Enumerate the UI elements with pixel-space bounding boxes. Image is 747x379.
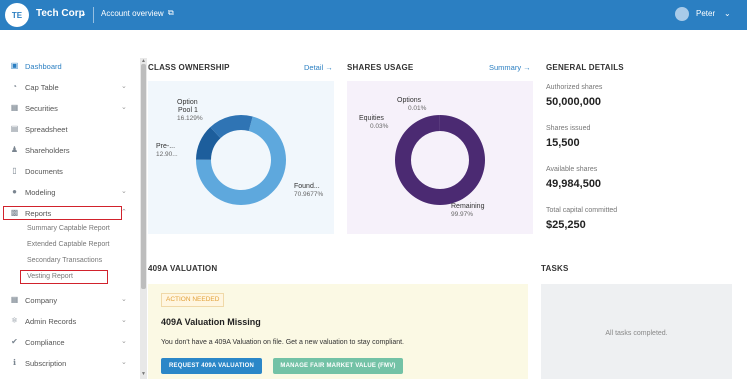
sidebar-item-label: Cap Table — [25, 83, 59, 92]
securities-icon: ▦ — [10, 103, 19, 112]
top-bar: TE Tech Corp ⌄ Account overview ⧉ Peter … — [0, 0, 747, 30]
sidebar-item-spreadsheet[interactable]: ▤ Spreadsheet — [0, 121, 135, 137]
sidebar-item-label: Subscription — [25, 359, 67, 368]
total-capital-value: $25,250 — [546, 219, 586, 231]
sidebar-item-label: Documents — [25, 167, 63, 176]
chevron-down-icon: ⌄ — [121, 296, 127, 303]
chevron-down-icon: ⌄ — [121, 83, 127, 90]
pie-icon: ◔ — [12, 82, 17, 91]
dashboard-icon: ▣ — [10, 61, 19, 70]
sidebar-item-label: Dashboard — [25, 62, 62, 71]
compliance-icon: ✔ — [11, 337, 18, 346]
chevron-down-icon: ⌄ — [121, 317, 127, 324]
sidebar-item-label: Securities — [25, 104, 58, 113]
spreadsheet-icon: ▤ — [10, 124, 19, 133]
company-icon: ▦ — [10, 295, 19, 304]
sidebar-item-subscription[interactable]: ℹ Subscription ⌄ — [0, 355, 135, 371]
shares-usage-donut — [395, 115, 486, 205]
option-pool-label: Option Pool 1 16.129% — [177, 99, 203, 122]
bulb-icon: ● — [12, 187, 17, 196]
user-name[interactable]: Peter — [696, 9, 715, 18]
documents-icon: ▯ — [12, 166, 17, 175]
sidebar-item-label: Modeling — [25, 188, 56, 197]
scrollbar-thumb[interactable] — [141, 64, 146, 289]
authorized-shares-value: 50,000,000 — [546, 96, 602, 108]
valuation-title: 409A VALUATION — [148, 264, 218, 273]
valuation-heading: 409A Valuation Missing — [161, 317, 261, 327]
subscription-icon: ℹ — [12, 358, 17, 367]
user-avatar-icon[interactable] — [675, 7, 689, 21]
chevron-down-icon: ⌄ — [121, 359, 127, 366]
pre-label: Pre-... 12.90... — [156, 143, 178, 158]
sidebar-item-securities[interactable]: ▦ Securities ⌄ — [0, 100, 135, 116]
divider — [93, 7, 94, 23]
sidebar-item-label: Shareholders — [25, 146, 70, 155]
chevron-down-icon[interactable]: ⌄ — [724, 9, 731, 18]
total-capital-label: Total capital committed — [546, 207, 618, 214]
options-label: Options 0.01% — [397, 97, 427, 112]
shares-issued-value: 15,500 — [546, 137, 580, 149]
external-link-icon[interactable]: ⧉ — [168, 8, 174, 18]
chevron-down-icon[interactable]: ⌄ — [80, 9, 87, 18]
sidebar-item-admin-records[interactable]: ⚛ Admin Records ⌄ — [0, 313, 135, 329]
sidebar-item-label: Admin Records — [25, 317, 77, 326]
request-409a-button[interactable]: REQUEST 409A VALUATION — [161, 358, 262, 374]
class-ownership-title: CLASS OWNERSHIP — [148, 63, 230, 72]
sidebar-scrollbar[interactable]: ▲ ▼ — [140, 58, 147, 379]
sidebar-item-label: Spreadsheet — [25, 125, 68, 134]
shares-usage-title: SHARES USAGE — [347, 63, 414, 72]
sidebar-item-company[interactable]: ▦ Company ⌄ — [0, 292, 135, 308]
remaining-label: Remaining 99.97% — [451, 203, 485, 218]
action-needed-badge: ACTION NEEDED — [161, 293, 225, 307]
donut-slice-remaining[interactable] — [395, 115, 486, 205]
company-avatar[interactable]: TE — [5, 3, 29, 27]
sidebar: ▣ Dashboard ◔ Cap Table ⌄ ▦ Securities ⌄… — [0, 30, 140, 379]
chevron-down-icon: ⌄ — [121, 188, 127, 195]
general-details-title: GENERAL DETAILS — [546, 63, 624, 72]
sidebar-item-label: Company — [25, 296, 58, 305]
sidebar-subitem-secondary-transactions[interactable]: Secondary Transactions — [27, 257, 102, 264]
chevron-down-icon: ⌄ — [121, 338, 127, 345]
company-name[interactable]: Tech Corp — [36, 8, 85, 19]
highlight-box — [20, 270, 108, 284]
authorized-shares-label: Authorized shares — [546, 84, 603, 91]
manage-fmv-button[interactable]: MANAGE FAIR MARKET VALUE (FMV) — [273, 358, 403, 374]
shares-issued-label: Shares issued — [546, 125, 591, 132]
tasks-empty-text: All tasks completed. — [605, 330, 668, 337]
found-label: Found... 70.9677% — [294, 183, 324, 198]
equities-label: Equities 0.03% — [359, 115, 389, 130]
valuation-text: You don't have a 409A Valuation on file.… — [161, 339, 405, 346]
class-ownership-detail-link[interactable]: Detail → — [304, 63, 333, 72]
available-shares-value: 49,984,500 — [546, 178, 602, 190]
sidebar-item-cap-table[interactable]: ◔ Cap Table ⌄ — [0, 79, 135, 95]
scroll-down-icon[interactable]: ▼ — [140, 371, 147, 377]
highlight-box — [3, 206, 122, 220]
shares-usage-summary-link[interactable]: Summary → — [489, 63, 531, 72]
chevron-down-icon: ⌄ — [121, 104, 127, 111]
account-overview-link[interactable]: Account overview — [101, 9, 164, 18]
sidebar-item-shareholders[interactable]: ♟ Shareholders — [0, 142, 135, 158]
available-shares-label: Available shares — [546, 166, 598, 173]
sidebar-item-documents[interactable]: ▯ Documents — [0, 163, 135, 179]
admin-icon: ⚛ — [10, 316, 19, 325]
shareholders-icon: ♟ — [10, 145, 19, 154]
sidebar-item-label: Compliance — [25, 338, 65, 347]
sidebar-item-modeling[interactable]: ● Modeling ⌄ — [0, 184, 135, 200]
sidebar-subitem-extended-captable[interactable]: Extended Captable Report — [27, 241, 110, 248]
sidebar-item-dashboard[interactable]: ▣ Dashboard — [0, 58, 135, 74]
sidebar-item-compliance[interactable]: ✔ Compliance ⌄ — [0, 334, 135, 350]
sidebar-subitem-summary-captable[interactable]: Summary Captable Report — [27, 225, 110, 232]
shares-usage-panel — [347, 81, 533, 234]
tasks-title: TASKS — [541, 264, 569, 273]
